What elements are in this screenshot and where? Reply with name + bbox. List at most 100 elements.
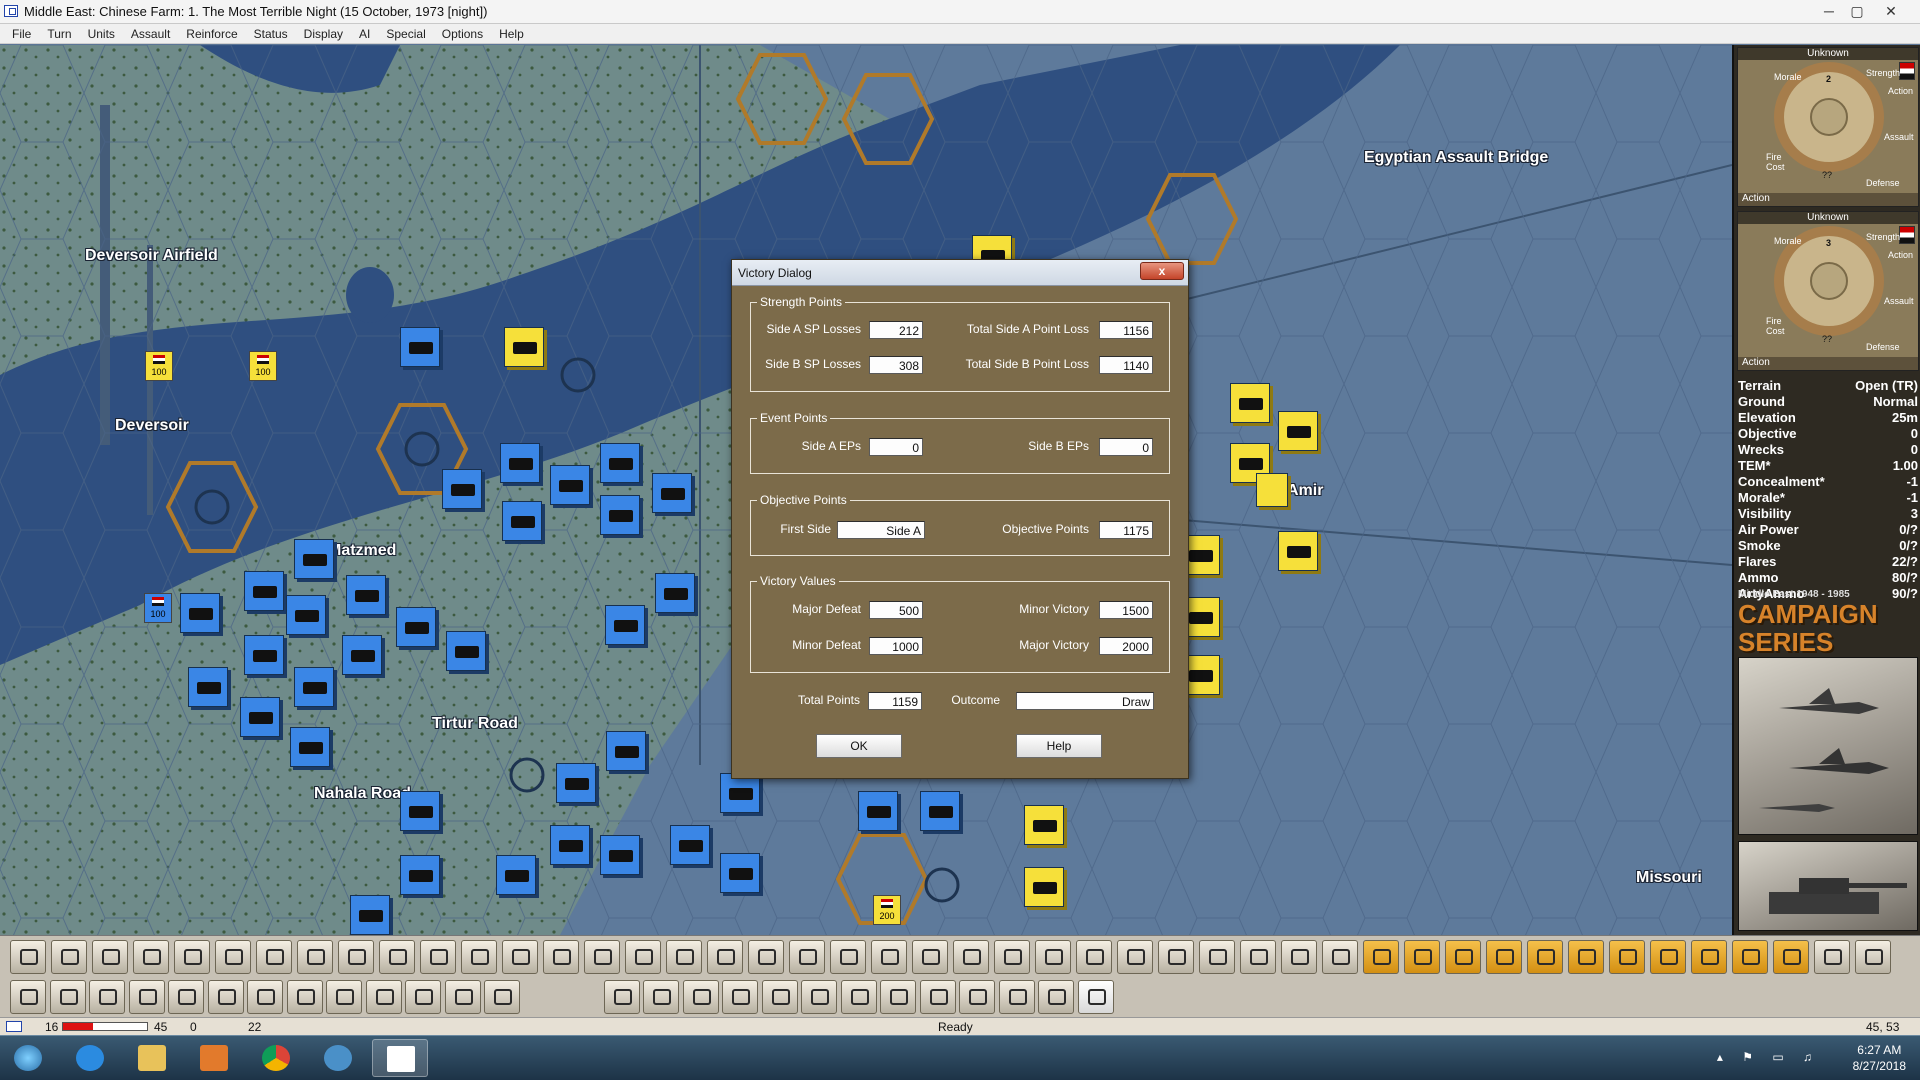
minor-defeat-field[interactable]: 1000 <box>869 637 923 655</box>
close-window-button[interactable]: ✕ <box>1878 2 1904 20</box>
toolbar-command-button[interactable] <box>643 980 679 1014</box>
israeli-unit-counter[interactable] <box>502 501 542 541</box>
menu-units[interactable]: Units <box>80 27 123 41</box>
toolbar-command-button[interactable] <box>326 980 362 1014</box>
menu-ai[interactable]: AI <box>351 27 378 41</box>
side-b-eps-field[interactable]: 0 <box>1099 438 1153 456</box>
toolbar-command-button[interactable] <box>92 940 128 974</box>
toolbar-command-button[interactable] <box>1404 940 1440 974</box>
israeli-unit-counter[interactable] <box>180 593 220 633</box>
toolbar-command-button[interactable] <box>959 980 995 1014</box>
israeli-unit-counter[interactable] <box>294 539 334 579</box>
toolbar-command-button[interactable] <box>625 940 661 974</box>
israeli-unit-counter[interactable] <box>670 825 710 865</box>
toolbar-command-button[interactable] <box>215 940 251 974</box>
toolbar-command-button[interactable] <box>543 940 579 974</box>
toolbar-command-button[interactable] <box>584 940 620 974</box>
toolbar-command-button[interactable] <box>1568 940 1604 974</box>
taskbar-chrome[interactable] <box>248 1039 304 1077</box>
toolbar-command-button[interactable] <box>1035 940 1071 974</box>
toolbar-command-button[interactable] <box>89 980 125 1014</box>
israeli-unit-counter[interactable] <box>400 791 440 831</box>
toolbar-command-button[interactable] <box>49 980 86 1014</box>
toolbar-command-button[interactable] <box>1527 940 1563 974</box>
toolbar-command-button[interactable] <box>912 940 948 974</box>
toolbar-command-button[interactable] <box>998 980 1035 1014</box>
toolbar-command-button[interactable] <box>51 940 87 974</box>
toolbar-command-button[interactable] <box>707 940 743 974</box>
amir-objective-flag[interactable] <box>1256 473 1288 507</box>
taskbar-internet-explorer[interactable] <box>62 1039 118 1077</box>
taskbar-media-player[interactable] <box>186 1039 242 1077</box>
taskbar-camera-app[interactable] <box>310 1039 366 1077</box>
toolbar-command-button[interactable] <box>880 980 916 1014</box>
toolbar-command-button[interactable] <box>871 940 907 974</box>
israeli-unit-counter[interactable] <box>342 635 382 675</box>
toolbar-command-button[interactable] <box>133 940 169 974</box>
menu-display[interactable]: Display <box>296 27 351 41</box>
israeli-unit-counter[interactable] <box>240 697 280 737</box>
toolbar-command-button[interactable] <box>1691 940 1727 974</box>
toolbar-command-button[interactable] <box>953 940 989 974</box>
toolbar-command-button[interactable] <box>761 980 798 1014</box>
objective-marker[interactable]: 100 <box>144 593 172 623</box>
objective-marker[interactable]: 100 <box>249 351 277 381</box>
menu-status[interactable]: Status <box>246 27 296 41</box>
taskbar-game-window[interactable] <box>372 1039 428 1077</box>
toolbar-command-button[interactable] <box>1855 940 1891 974</box>
toolbar-command-button[interactable] <box>128 980 165 1014</box>
toolbar-command-button[interactable] <box>1076 940 1112 974</box>
toolbar-command-button[interactable] <box>365 980 402 1014</box>
toolbar-command-button[interactable] <box>379 940 415 974</box>
toolbar-command-button[interactable] <box>338 940 374 974</box>
toolbar-command-button[interactable] <box>1773 940 1809 974</box>
unit-card-action[interactable]: Action <box>1738 193 1918 206</box>
major-defeat-field[interactable]: 500 <box>869 601 923 619</box>
toolbar-command-button[interactable] <box>994 940 1030 974</box>
unit-card[interactable]: Unknown Morale 2 Strength Action Assault… <box>1737 47 1919 207</box>
israeli-unit-counter[interactable] <box>605 605 645 645</box>
toolbar-command-button[interactable] <box>666 940 702 974</box>
egyptian-unit-counter[interactable] <box>1024 805 1064 845</box>
israeli-unit-counter[interactable] <box>350 895 390 935</box>
toolbar-command-button[interactable] <box>1732 940 1768 974</box>
maximize-button[interactable]: ▢ <box>1844 2 1870 20</box>
israeli-unit-counter[interactable] <box>920 791 960 831</box>
toolbar-command-button[interactable] <box>297 940 333 974</box>
toolbar-command-button[interactable] <box>1609 940 1645 974</box>
toolbar-command-button[interactable] <box>1038 980 1074 1014</box>
israeli-unit-counter[interactable] <box>550 825 590 865</box>
toolbar-command-button[interactable] <box>682 980 719 1014</box>
toolbar-command-button[interactable] <box>801 980 837 1014</box>
israeli-unit-counter[interactable] <box>720 853 760 893</box>
israeli-unit-counter[interactable] <box>400 327 440 367</box>
israeli-unit-counter[interactable] <box>294 667 334 707</box>
menu-file[interactable]: File <box>4 27 39 41</box>
toolbar-command-button[interactable] <box>1363 940 1399 974</box>
toolbar-command-button[interactable] <box>1158 940 1194 974</box>
menu-options[interactable]: Options <box>434 27 491 41</box>
israeli-unit-counter[interactable] <box>446 631 486 671</box>
israeli-unit-counter[interactable] <box>396 607 436 647</box>
objective-marker[interactable]: 100 <box>145 351 173 381</box>
toolbar-command-button[interactable] <box>722 980 758 1014</box>
menu-special[interactable]: Special <box>378 27 433 41</box>
israeli-unit-counter[interactable] <box>290 727 330 767</box>
toolbar-command-button[interactable] <box>830 940 866 974</box>
toolbar-command-button[interactable] <box>168 980 204 1014</box>
toolbar-command-button[interactable] <box>748 940 784 974</box>
israeli-unit-counter[interactable] <box>652 473 692 513</box>
ok-button[interactable]: OK <box>816 734 902 758</box>
israeli-unit-counter[interactable] <box>400 855 440 895</box>
toolbar-command-button[interactable] <box>174 940 210 974</box>
israeli-unit-counter[interactable] <box>600 443 640 483</box>
objective-points-field[interactable]: 1175 <box>1099 521 1153 539</box>
help-button[interactable]: Help <box>1016 734 1102 758</box>
toolbar-command-button[interactable] <box>1077 980 1114 1014</box>
outcome-field[interactable]: Draw <box>1016 692 1154 710</box>
total-side-b-point-loss-field[interactable]: 1140 <box>1099 356 1153 374</box>
toolbar-command-button[interactable] <box>1240 940 1276 974</box>
side-b-sp-losses-field[interactable]: 308 <box>869 356 923 374</box>
israeli-unit-counter[interactable] <box>346 575 386 615</box>
toolbar-command-button[interactable] <box>444 980 481 1014</box>
